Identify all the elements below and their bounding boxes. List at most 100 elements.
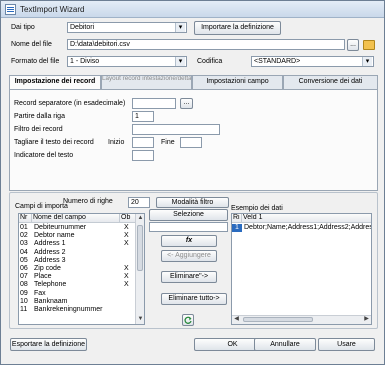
scroll-left-arrow[interactable]: ◀ bbox=[232, 315, 241, 324]
field-name: Address 3 bbox=[34, 256, 66, 264]
codifica-label: Codifica bbox=[197, 58, 223, 65]
cut-start-label: Inizio bbox=[108, 139, 125, 146]
scroll-up-arrow[interactable]: ▲ bbox=[136, 214, 144, 223]
selezione-input[interactable] bbox=[149, 222, 228, 232]
cut-end-label: Fine bbox=[161, 139, 175, 146]
sample-data-grid[interactable]: Ri Veld 1 1 Debtor;Name;Address1;Address… bbox=[231, 213, 372, 325]
column-header-nome[interactable]: Nome del campo bbox=[32, 214, 120, 223]
table-row[interactable]: 03 Address 1 X bbox=[19, 240, 144, 248]
nome-file-value: D:\data\debitori.csv bbox=[70, 41, 130, 48]
numero-righe-label: Numero di righe bbox=[63, 198, 113, 205]
codifica-select[interactable]: <STANDARD> bbox=[251, 56, 374, 67]
table-row[interactable]: 07 Place X bbox=[19, 273, 144, 281]
field-required-mark: X bbox=[124, 224, 129, 231]
field-number: 11 bbox=[20, 306, 28, 313]
field-number: 02 bbox=[20, 232, 28, 240]
browse-button[interactable]: ... bbox=[347, 39, 359, 51]
field-name: Debtor name bbox=[34, 232, 75, 240]
field-number: 06 bbox=[20, 265, 28, 272]
field-name: Telephone bbox=[34, 281, 67, 289]
function-icon[interactable]: fx bbox=[161, 235, 217, 247]
dai-tipo-select[interactable]: Debitori bbox=[67, 22, 187, 33]
eliminare-button[interactable]: Eliminare"-> bbox=[161, 271, 217, 283]
field-required-mark: X bbox=[124, 240, 129, 248]
dai-tipo-value: Debitori bbox=[70, 24, 95, 31]
field-number: 01 bbox=[20, 224, 28, 231]
column-header-ri[interactable]: Ri bbox=[232, 214, 242, 223]
column-header-veld[interactable]: Veld 1 bbox=[242, 214, 371, 223]
table-row[interactable]: 10 Banknaam bbox=[19, 298, 144, 306]
field-number: 08 bbox=[20, 281, 28, 289]
field-name: Address 2 bbox=[34, 248, 66, 256]
modalita-filtro-button[interactable]: Modalità filtro bbox=[156, 197, 229, 208]
cut-start-input[interactable] bbox=[132, 137, 154, 148]
selezione-button[interactable]: Selezione bbox=[149, 209, 228, 221]
sample-scroll-thumb[interactable] bbox=[243, 317, 313, 322]
tab-conversione-dati[interactable]: Conversione dei dati bbox=[283, 75, 378, 89]
usare-button[interactable]: Usare bbox=[318, 338, 375, 351]
field-name: Place bbox=[34, 273, 52, 281]
scroll-down-arrow[interactable]: ▼ bbox=[136, 315, 144, 324]
nome-file-input[interactable]: D:\data\debitori.csv bbox=[67, 39, 345, 50]
window-title: TextImport Wizard bbox=[20, 5, 85, 14]
table-row[interactable]: 11 Bankrekeningnummer bbox=[19, 306, 144, 314]
sample-row-number: 1 bbox=[232, 224, 242, 232]
table-row[interactable]: 02 Debtor name X bbox=[19, 232, 144, 240]
dai-tipo-label: Dai tipo bbox=[11, 24, 35, 31]
field-name: Fax bbox=[34, 289, 46, 297]
field-name: Bankrekeningnummer bbox=[34, 306, 103, 313]
nome-file-label: Nome del file bbox=[11, 41, 52, 48]
separator-input[interactable] bbox=[132, 98, 176, 109]
start-row-input[interactable]: 1 bbox=[132, 111, 154, 122]
codifica-value: <STANDARD> bbox=[254, 58, 301, 65]
textimport-wizard-window: TextImport Wizard Dai tipo Debitori Impo… bbox=[0, 0, 385, 365]
column-header-ob[interactable]: Ob bbox=[120, 214, 136, 223]
import-definition-button[interactable]: Importare la definizione bbox=[194, 21, 281, 35]
field-number: 09 bbox=[20, 289, 28, 297]
separator-button[interactable]: ... bbox=[180, 98, 193, 109]
numero-righe-input[interactable]: 20 bbox=[128, 197, 150, 208]
table-row[interactable]: 08 Telephone X bbox=[19, 281, 144, 289]
table-row[interactable]: 09 Fax bbox=[19, 290, 144, 298]
field-number: 05 bbox=[20, 256, 28, 264]
table-row[interactable]: 06 Zip code X bbox=[19, 265, 144, 273]
filter-input[interactable] bbox=[132, 124, 220, 135]
tab-layout-record[interactable]: Layout record intestazione/dettaglio bbox=[101, 75, 192, 89]
separator-label: Record separatore (in esadecimale) bbox=[14, 100, 126, 107]
sample-row[interactable]: 1 Debtor;Name;Address1;Address2;Address3 bbox=[232, 224, 371, 232]
field-required-mark: X bbox=[124, 281, 129, 289]
sample-horizontal-scrollbar[interactable]: ◀ ▶ bbox=[232, 315, 371, 324]
cut-end-input[interactable] bbox=[180, 137, 202, 148]
field-name: Zip code bbox=[34, 265, 61, 272]
field-required-mark: X bbox=[124, 273, 129, 281]
table-row[interactable]: 05 Address 3 bbox=[19, 257, 144, 265]
formato-file-value: 1 - Diviso bbox=[70, 58, 100, 65]
title-bar: TextImport Wizard bbox=[1, 1, 384, 18]
sample-row-value: Debtor;Name;Address1;Address2;Address3 bbox=[244, 224, 372, 231]
filter-label: Filtro dei record bbox=[14, 126, 63, 133]
refresh-icon[interactable] bbox=[182, 314, 194, 326]
field-number: 07 bbox=[20, 273, 28, 281]
fields-vertical-scrollbar[interactable]: ▲ ▼ bbox=[135, 214, 144, 324]
campi-label: Campi di importa bbox=[15, 203, 68, 210]
annullare-button[interactable]: Annullare bbox=[254, 338, 316, 351]
tab-impostazioni-campo[interactable]: Impostazioni campo bbox=[192, 75, 283, 89]
field-name: Banknaam bbox=[34, 297, 68, 305]
eliminare-tutto-button[interactable]: Eliminare tutto-> bbox=[161, 293, 227, 305]
start-row-label: Partire dalla riga bbox=[14, 113, 65, 120]
aggiungere-button[interactable]: <- Aggiungere bbox=[161, 250, 217, 262]
export-definition-button[interactable]: Esportare la definizione bbox=[10, 338, 87, 351]
formato-file-label: Formato del file bbox=[11, 58, 60, 65]
folder-icon[interactable] bbox=[363, 40, 375, 50]
fields-grid[interactable]: Nr Nome del campo Ob 01 Debiteurnummer X 02… bbox=[18, 213, 145, 325]
record-settings-panel: Record separatore (in esadecimale) ... P… bbox=[9, 89, 378, 191]
field-name: Debiteurnummer bbox=[34, 224, 87, 231]
column-header-nr[interactable]: Nr bbox=[19, 214, 32, 223]
scroll-right-arrow[interactable]: ▶ bbox=[362, 315, 371, 324]
scroll-thumb[interactable] bbox=[137, 225, 143, 271]
text-indicator-input[interactable] bbox=[132, 150, 154, 161]
tab-impostazione-record[interactable]: Impostazione dei record bbox=[9, 75, 101, 90]
table-row[interactable]: 04 Address 2 bbox=[19, 249, 144, 257]
formato-file-select[interactable]: 1 - Diviso bbox=[67, 56, 187, 67]
table-row[interactable]: 01 Debiteurnummer X bbox=[19, 224, 144, 232]
